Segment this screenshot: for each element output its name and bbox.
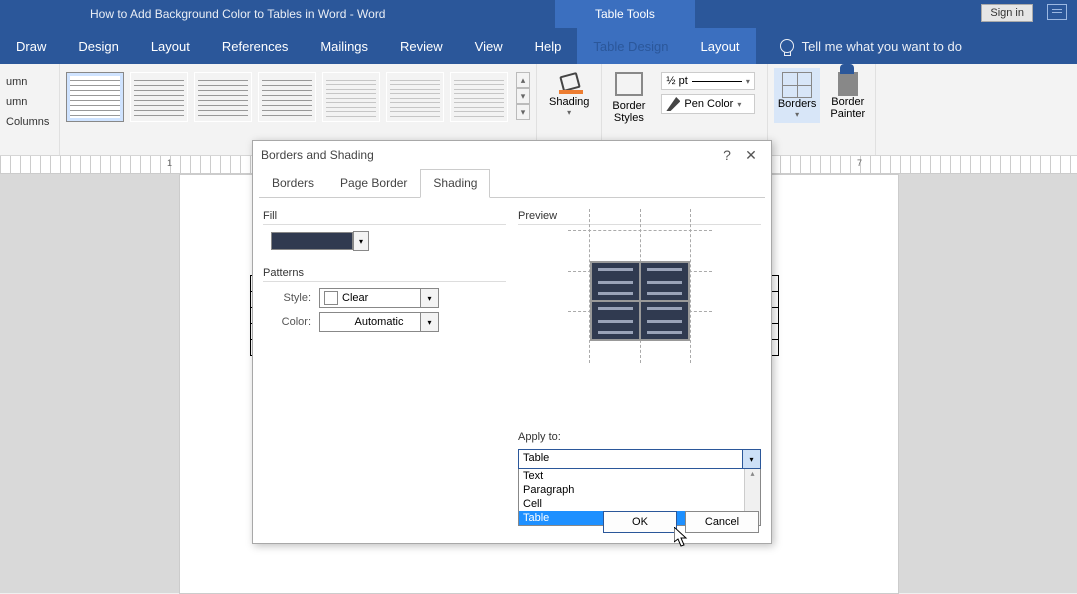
menu-bar: Draw Design Layout References Mailings R… — [0, 28, 1077, 64]
style-label: Style: — [271, 292, 311, 304]
tab-mailings[interactable]: Mailings — [304, 28, 384, 64]
pen-color-button[interactable]: Pen Color ▾ — [661, 94, 754, 114]
chevron-up-icon[interactable]: ▴ — [745, 469, 760, 478]
border-styles-button[interactable]: Border Styles — [608, 68, 649, 128]
chevron-down-icon: ▾ — [420, 289, 438, 307]
border-painter-button[interactable]: Border Painter — [826, 68, 869, 124]
help-button[interactable]: ? — [715, 147, 739, 163]
sign-in-button[interactable]: Sign in — [981, 4, 1033, 22]
table-style-thumb[interactable] — [194, 72, 252, 122]
tab-review[interactable]: Review — [384, 28, 459, 64]
table-style-thumb[interactable] — [322, 72, 380, 122]
borders-button[interactable]: Borders ▾ — [774, 68, 821, 123]
dialog-tab-borders[interactable]: Borders — [259, 169, 327, 197]
dialog-tabs: Borders Page Border Shading — [259, 169, 765, 198]
apply-option-cell[interactable]: Cell — [519, 497, 760, 511]
gallery-scroll[interactable]: ▴ ▾ ▾ — [516, 72, 530, 120]
dialog-tab-page-border[interactable]: Page Border — [327, 169, 420, 197]
borders-icon — [782, 72, 812, 98]
tab-help[interactable]: Help — [519, 28, 578, 64]
tab-layout[interactable]: Layout — [135, 28, 206, 64]
pattern-style-select[interactable]: Clear ▾ — [319, 288, 439, 308]
border-styles-icon — [615, 72, 643, 96]
fill-color-swatch[interactable] — [271, 232, 353, 250]
pen-icon — [666, 97, 680, 111]
tab-view[interactable]: View — [459, 28, 519, 64]
table-style-thumb[interactable] — [386, 72, 444, 122]
title-bar: How to Add Background Color to Tables in… — [0, 0, 1077, 28]
color-label: Color: — [271, 316, 311, 328]
tab-table-layout[interactable]: Layout — [685, 28, 756, 64]
chevron-down-icon: ▾ — [420, 313, 438, 331]
tell-me-placeholder: Tell me what you want to do — [802, 39, 962, 54]
lightbulb-icon — [780, 39, 794, 53]
apply-to-label: Apply to: — [518, 431, 761, 443]
tell-me-search[interactable]: Tell me what you want to do — [780, 39, 962, 54]
dialog-title-bar: Borders and Shading ? ✕ — [253, 141, 771, 169]
table-style-thumb[interactable] — [258, 72, 316, 122]
tab-table-design[interactable]: Table Design — [577, 28, 684, 64]
gallery-more-icon[interactable]: ▾ — [516, 104, 530, 120]
close-button[interactable]: ✕ — [739, 147, 763, 164]
apply-option-paragraph[interactable]: Paragraph — [519, 483, 760, 497]
table-style-thumb[interactable] — [66, 72, 124, 122]
chevron-down-icon: ▾ — [746, 77, 750, 86]
context-tab-table-tools: Table Tools — [555, 0, 695, 28]
chevron-down-icon: ▾ — [742, 450, 760, 468]
fill-section-label: Fill — [263, 210, 506, 225]
dialog-tab-shading[interactable]: Shading — [420, 169, 490, 198]
pen-weight-select[interactable]: ½ pt ▾ — [661, 72, 754, 90]
apply-to-select[interactable]: Table ▾ — [518, 449, 761, 469]
tab-design[interactable]: Design — [62, 28, 134, 64]
cancel-button[interactable]: Cancel — [685, 511, 759, 533]
ribbon-display-options-button[interactable] — [1047, 4, 1067, 20]
ok-button[interactable]: OK — [603, 511, 677, 533]
shading-preview — [518, 231, 761, 341]
document-title: How to Add Background Color to Tables in… — [90, 7, 385, 21]
table-style-thumb[interactable] — [130, 72, 188, 122]
dialog-title: Borders and Shading — [261, 148, 374, 162]
chevron-down-icon: ▾ — [567, 108, 571, 117]
table-style-thumb[interactable] — [450, 72, 508, 122]
clear-swatch-icon — [324, 291, 338, 305]
pattern-color-select[interactable]: Automatic ▾ — [319, 312, 439, 332]
fill-color-dropdown[interactable]: ▾ — [353, 231, 369, 251]
tab-references[interactable]: References — [206, 28, 304, 64]
chevron-down-icon: ▾ — [737, 100, 741, 109]
table-style-options: umn umn Columns — [6, 68, 49, 132]
apply-option-text[interactable]: Text — [519, 469, 760, 483]
paintbrush-icon — [838, 72, 858, 96]
paint-bucket-icon — [557, 72, 581, 92]
chevron-down-icon[interactable]: ▾ — [516, 88, 530, 104]
chevron-up-icon[interactable]: ▴ — [516, 72, 530, 88]
tab-draw[interactable]: Draw — [0, 28, 62, 64]
borders-shading-dialog: Borders and Shading ? ✕ Borders Page Bor… — [252, 140, 772, 544]
patterns-section-label: Patterns — [263, 267, 506, 282]
chevron-down-icon: ▾ — [795, 110, 799, 119]
shading-button[interactable]: Shading ▾ — [543, 68, 595, 121]
